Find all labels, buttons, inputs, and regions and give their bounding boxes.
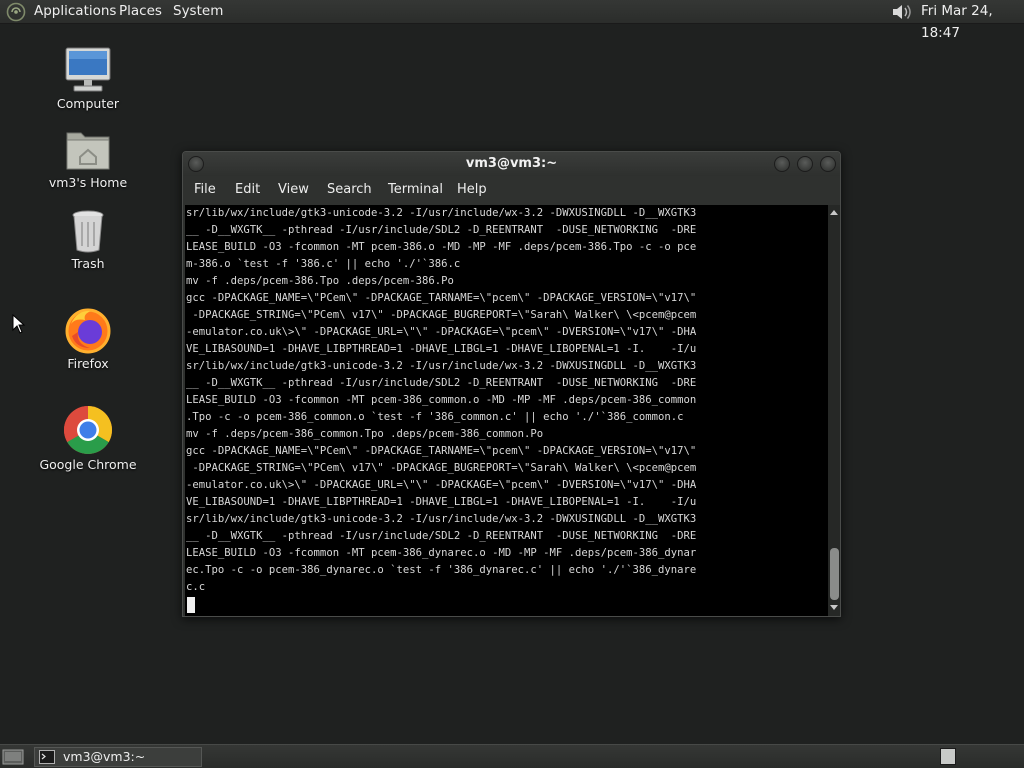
terminal-line: LEASE_BUILD -O3 -fcommon -MT pcem-386_co… [186,394,697,406]
top-panel: Applications Places System Fri Mar 24, 1… [0,0,1024,41]
terminal-line: gcc -DPACKAGE_NAME=\"PCem\" -DPACKAGE_TA… [186,445,697,457]
desktop-icon-label: Computer [56,96,120,111]
mouse-pointer-icon [12,314,26,334]
chrome-icon [63,406,113,455]
maximize-button[interactable] [797,156,813,172]
scrollbar-thumb[interactable] [830,548,839,600]
menu-edit[interactable]: Edit [235,176,260,204]
terminal-line: .Tpo -c -o pcem-386_common.o `test -f '3… [186,411,684,423]
home-folder-icon [66,132,110,170]
menu-help[interactable]: Help [457,176,487,204]
terminal-line: -DPACKAGE_STRING=\"PCem\ v17\" -DPACKAGE… [186,309,697,321]
desktop-icon-firefox[interactable]: Firefox [33,306,143,371]
minimize-button[interactable] [774,156,790,172]
menu-file[interactable]: File [194,176,216,204]
scroll-up-arrow-icon[interactable] [828,207,840,217]
trash-icon [72,210,104,253]
terminal-scrollbar[interactable] [828,205,840,616]
terminal-line: mv -f .deps/pcem-386_common.Tpo .deps/pc… [186,428,544,440]
show-desktop-icon[interactable] [2,748,24,766]
terminal-line: LEASE_BUILD -O3 -fcommon -MT pcem-386.o … [186,241,697,253]
terminal-output: sr/lib/wx/include/gtk3-unicode-3.2 -I/us… [186,205,696,596]
terminal-line: -DPACKAGE_STRING=\"PCem\ v17\" -DPACKAGE… [186,462,697,474]
window-title: vm3@vm3:~ [465,156,558,171]
desktop-icon-label: Firefox [67,356,109,371]
menu-terminal[interactable]: Terminal [388,176,443,204]
desktop-icon-label: vm3's Home [48,175,128,190]
system-menu[interactable]: System [173,0,223,24]
terminal-line: gcc -DPACKAGE_NAME=\"PCem\" -DPACKAGE_TA… [186,292,697,304]
terminal-line: ec.Tpo -c -o pcem-386_dynarec.o `test -f… [186,564,697,576]
terminal-line: c.c [186,581,206,593]
terminal-line: __ -D__WXGTK__ -pthread -I/usr/include/S… [186,224,697,236]
window-title-bar[interactable]: vm3@vm3:~ [183,152,840,176]
terminal-line: VE_LIBASOUND=1 -DHAVE_LIBPTHREAD=1 -DHAV… [186,343,697,355]
close-button[interactable] [820,156,836,172]
firefox-icon [65,308,111,354]
menu-view[interactable]: View [278,176,309,204]
terminal-line: -emulator.co.uk\>\" -DPACKAGE_URL=\"\" -… [186,326,697,338]
places-menu[interactable]: Places [119,0,162,24]
terminal-line: sr/lib/wx/include/gtk3-unicode-3.2 -I/us… [186,207,697,219]
scroll-down-arrow-icon[interactable] [828,603,840,613]
applications-menu[interactable]: Applications [34,0,116,24]
menu-search[interactable]: Search [327,176,372,204]
terminal-line: LEASE_BUILD -O3 -fcommon -MT pcem-386_dy… [186,547,697,559]
desktop-icon-label: Google Chrome [39,457,137,472]
terminal-line: mv -f .deps/pcem-386.Tpo .deps/pcem-386.… [186,275,454,287]
desktop-icon-chrome[interactable]: Google Chrome [33,405,143,472]
terminal-window[interactable]: vm3@vm3:~ File Edit View Search Terminal… [182,151,841,617]
terminal-line: sr/lib/wx/include/gtk3-unicode-3.2 -I/us… [186,360,697,372]
terminal-line: VE_LIBASOUND=1 -DHAVE_LIBPTHREAD=1 -DHAV… [186,496,697,508]
clock[interactable]: Fri Mar 24, 18:47 [921,0,1024,44]
desktop-icon-home[interactable]: vm3's Home [33,127,143,190]
distro-logo-icon[interactable] [6,2,26,22]
bottom-panel: vm3@vm3:~ [0,744,1024,768]
terminal-menu-bar: File Edit View Search Terminal Help [183,176,840,204]
desktop-icon-trash[interactable]: Trash [33,208,143,271]
terminal-line: __ -D__WXGTK__ -pthread -I/usr/include/S… [186,530,697,542]
terminal-output-area[interactable]: sr/lib/wx/include/gtk3-unicode-3.2 -I/us… [185,205,828,616]
taskbar-item-terminal[interactable]: vm3@vm3:~ [34,747,202,767]
desktop-icon-computer[interactable]: Computer [33,46,143,111]
computer-icon [65,47,111,92]
workspace-switcher[interactable] [940,748,956,765]
terminal-line: m-386.o `test -f '386.c' || echo './'`38… [186,258,461,270]
terminal-line: __ -D__WXGTK__ -pthread -I/usr/include/S… [186,377,697,389]
terminal-line: -emulator.co.uk\>\" -DPACKAGE_URL=\"\" -… [186,479,697,491]
terminal-cursor [187,597,195,613]
desktop-icon-label: Trash [71,256,105,271]
volume-icon[interactable] [889,2,913,22]
terminal-line: sr/lib/wx/include/gtk3-unicode-3.2 -I/us… [186,513,697,525]
terminal-icon [39,750,55,764]
taskbar-item-label: vm3@vm3:~ [63,749,146,764]
